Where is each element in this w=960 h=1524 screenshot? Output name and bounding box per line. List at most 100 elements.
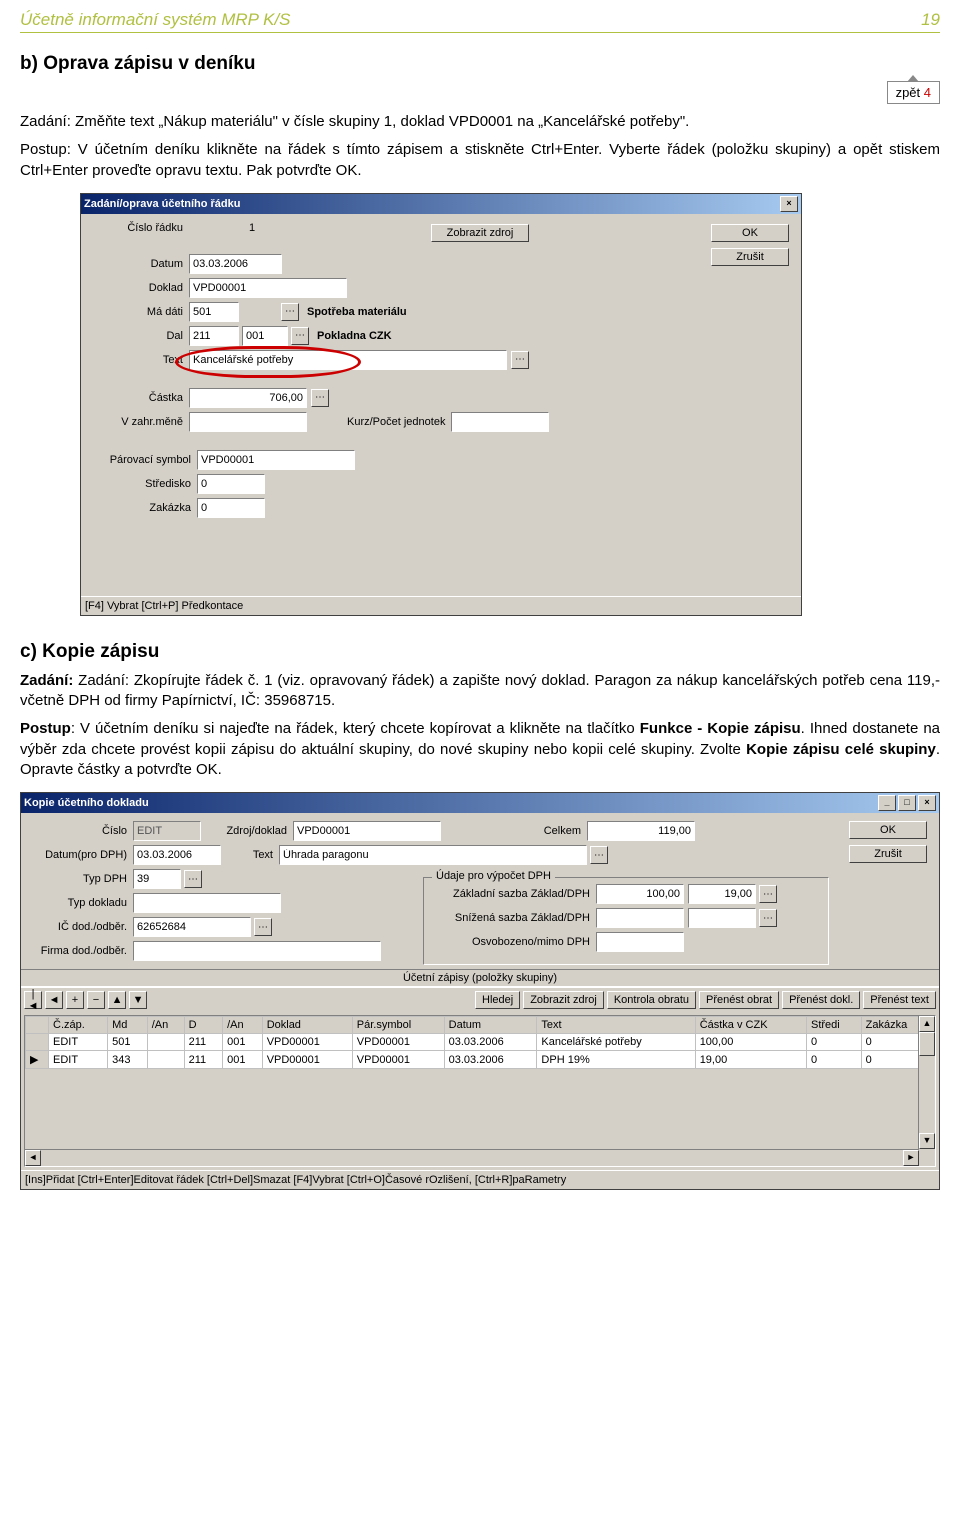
maximize-icon[interactable]: □	[898, 795, 916, 811]
cancel-button-2[interactable]: Zrušit	[849, 845, 927, 863]
cell[interactable]: 211	[184, 1051, 222, 1069]
move-down-button[interactable]: ▼	[129, 991, 147, 1009]
vscrollbar[interactable]: ▲ ▼	[918, 1016, 935, 1149]
del-row-button[interactable]: −	[87, 991, 105, 1009]
cell[interactable]: VPD00001	[262, 1051, 352, 1069]
cell[interactable]: 0	[807, 1034, 862, 1051]
ss1-input[interactable]	[596, 908, 684, 928]
kontrola-button[interactable]: Kontrola obratu	[607, 991, 696, 1009]
text-input[interactable]	[189, 350, 507, 370]
kurz-input[interactable]	[451, 412, 549, 432]
hledej-button[interactable]: Hledej	[475, 991, 520, 1009]
dlg2-titlebar[interactable]: Kopie účetního dokladu _ □ ×	[21, 793, 939, 813]
dal-input-1[interactable]	[189, 326, 239, 346]
typdph-input[interactable]	[133, 869, 181, 889]
cell[interactable]: DPH 19%	[537, 1051, 695, 1069]
cell[interactable]: 343	[108, 1051, 148, 1069]
castka-input[interactable]	[189, 388, 307, 408]
dal-input-2[interactable]	[242, 326, 288, 346]
scroll-up-icon[interactable]: ▲	[919, 1016, 935, 1032]
cell[interactable]: VPD00001	[262, 1034, 352, 1051]
cell[interactable]: 03.03.2006	[444, 1051, 537, 1069]
col-header[interactable]: /An	[147, 1017, 184, 1034]
table-row[interactable]: EDIT501211001VPD00001VPD0000103.03.2006K…	[26, 1034, 935, 1051]
show-source-button[interactable]: Zobrazit zdroj	[431, 224, 529, 242]
cell[interactable]: 0	[807, 1051, 862, 1069]
osv-input[interactable]	[596, 932, 684, 952]
typdok-input[interactable]	[133, 893, 281, 913]
col-header[interactable]: Částka v CZK	[695, 1017, 806, 1034]
col-header[interactable]: Středi	[807, 1017, 862, 1034]
add-row-button[interactable]: +	[66, 991, 84, 1009]
datum-input[interactable]	[189, 254, 282, 274]
nav-first-button[interactable]: |◄	[24, 991, 42, 1009]
col-header[interactable]: Doklad	[262, 1017, 352, 1034]
prenest-dokl-button[interactable]: Přenést dokl.	[782, 991, 860, 1009]
scroll-down-icon[interactable]: ▼	[919, 1133, 935, 1149]
move-up-button[interactable]: ▲	[108, 991, 126, 1009]
scroll-right-icon[interactable]: ►	[903, 1150, 919, 1166]
zs-lookup-button[interactable]: ⋯	[759, 885, 777, 903]
celkem-input[interactable]	[587, 821, 695, 841]
cell[interactable]: 001	[223, 1034, 263, 1051]
table-row[interactable]: ▶EDIT343211001VPD00001VPD0000103.03.2006…	[26, 1051, 935, 1069]
dlg1-titlebar[interactable]: Zadání/oprava účetního řádku ×	[81, 194, 801, 214]
cell[interactable]: 19,00	[695, 1051, 806, 1069]
col-header[interactable]: Datum	[444, 1017, 537, 1034]
cell[interactable]: Kancelářské potřeby	[537, 1034, 695, 1051]
cell[interactable]: 001	[223, 1051, 263, 1069]
zs1-input[interactable]	[596, 884, 684, 904]
col-header[interactable]: D	[184, 1017, 222, 1034]
nav-prev-button[interactable]: ◄	[45, 991, 63, 1009]
cell[interactable]: 501	[108, 1034, 148, 1051]
cell[interactable]: VPD00001	[352, 1051, 444, 1069]
col-header[interactable]: Pár.symbol	[352, 1017, 444, 1034]
prenest-obrat-button[interactable]: Přenést obrat	[699, 991, 779, 1009]
minimize-icon[interactable]: _	[878, 795, 896, 811]
md-lookup-button[interactable]: ⋯	[281, 303, 299, 321]
cancel-button[interactable]: Zrušit	[711, 248, 789, 266]
str-input[interactable]	[197, 474, 265, 494]
firma-input[interactable]	[133, 941, 381, 961]
md-input[interactable]	[189, 302, 239, 322]
cell[interactable]: 211	[184, 1034, 222, 1051]
doklad-input[interactable]	[189, 278, 347, 298]
castka-lookup-button[interactable]: ⋯	[311, 389, 329, 407]
par-input[interactable]	[197, 450, 355, 470]
ic-input[interactable]	[133, 917, 251, 937]
back-badge[interactable]: zpět 4	[887, 81, 940, 104]
text2-lookup-button[interactable]: ⋯	[590, 846, 608, 864]
text-lookup-button[interactable]: ⋯	[511, 351, 529, 369]
cell[interactable]	[147, 1051, 184, 1069]
scroll-thumb[interactable]	[919, 1032, 935, 1056]
col-header[interactable]: /An	[223, 1017, 263, 1034]
cell[interactable]: 100,00	[695, 1034, 806, 1051]
ok-button-2[interactable]: OK	[849, 821, 927, 839]
entries-table[interactable]: Č.záp.Md/AnD/AnDokladPár.symbolDatumText…	[25, 1016, 935, 1069]
text2-input[interactable]	[279, 845, 587, 865]
ok-button[interactable]: OK	[711, 224, 789, 242]
dal-lookup-button[interactable]: ⋯	[291, 327, 309, 345]
datumdph-input[interactable]	[133, 845, 221, 865]
zobrazit-button[interactable]: Zobrazit zdroj	[523, 991, 604, 1009]
cell[interactable]	[147, 1034, 184, 1051]
cell[interactable]: EDIT	[49, 1034, 108, 1051]
zak-input[interactable]	[197, 498, 265, 518]
close-icon[interactable]: ×	[780, 196, 798, 212]
hscrollbar[interactable]: ◄ ►	[25, 1149, 919, 1166]
ss2-input[interactable]	[688, 908, 756, 928]
ss-lookup-button[interactable]: ⋯	[759, 909, 777, 927]
scroll-left-icon[interactable]: ◄	[25, 1150, 41, 1166]
prenest-text-button[interactable]: Přenést text	[863, 991, 936, 1009]
zahr-input[interactable]	[189, 412, 307, 432]
zdroj-input[interactable]	[293, 821, 441, 841]
col-header[interactable]: Md	[108, 1017, 148, 1034]
typdph-lookup-button[interactable]: ⋯	[184, 870, 202, 888]
ic-lookup-button[interactable]: ⋯	[254, 918, 272, 936]
col-header[interactable]: Č.záp.	[49, 1017, 108, 1034]
cell[interactable]: 03.03.2006	[444, 1034, 537, 1051]
cell[interactable]: VPD00001	[352, 1034, 444, 1051]
zs2-input[interactable]	[688, 884, 756, 904]
close-icon[interactable]: ×	[918, 795, 936, 811]
col-header[interactable]: Text	[537, 1017, 695, 1034]
